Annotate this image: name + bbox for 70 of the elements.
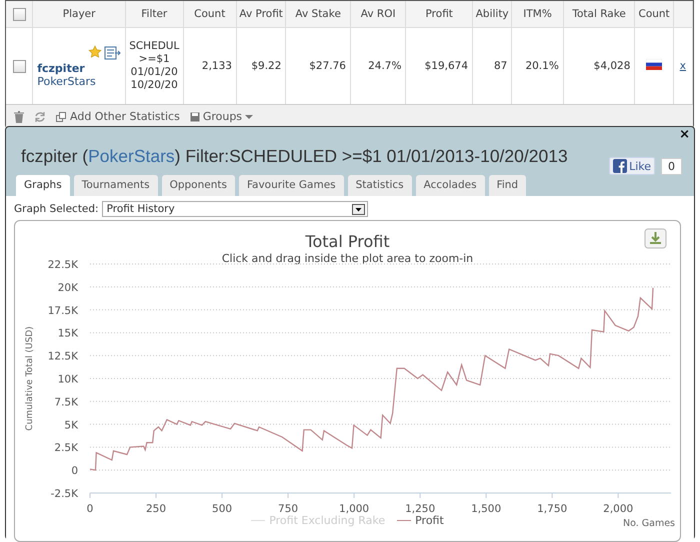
axis-label: 1,000: [339, 503, 370, 515]
chart-title: Total Profit: [305, 232, 390, 251]
panel-title: fczpiter (PokerStars) Filter:SCHEDULED >=$1 01/01/2013-10/20/2013: [21, 146, 568, 167]
axis-label: 7.5K: [54, 396, 78, 408]
axis-label: 20K: [58, 282, 78, 294]
axis-label: 1,750: [537, 503, 568, 515]
axis-label: 750: [278, 503, 298, 515]
save-icon: [190, 112, 200, 122]
groups-dropdown[interactable]: Groups: [190, 110, 254, 123]
tab[interactable]: Tournaments: [74, 175, 158, 196]
remove-link[interactable]: x: [680, 60, 686, 72]
column-header[interactable]: Count: [183, 1, 236, 28]
checkbox[interactable]: [12, 60, 26, 72]
filter-text: SCHEDUL: [128, 40, 180, 53]
axis-label: 0: [71, 465, 78, 478]
axis-label: 17.5K: [48, 304, 78, 317]
axis-label: 22.5K: [48, 259, 78, 271]
copy-icon: [56, 112, 67, 122]
column-header[interactable]: Profit: [406, 1, 473, 28]
axis-label: 1,500: [471, 503, 502, 515]
graph-label: Graph Selected:: [14, 203, 99, 215]
column-header[interactable]: Filter: [126, 1, 184, 28]
axis-label: 12.5K: [48, 350, 78, 363]
close-button[interactable]: ×: [679, 127, 690, 142]
refresh-icon[interactable]: [34, 110, 46, 122]
column-header[interactable]: Total Rake: [563, 1, 635, 28]
axis-label: 5K: [64, 419, 78, 432]
player-link[interactable]: fczpiter: [37, 62, 122, 74]
x-axis-title: No. Games: [622, 518, 675, 529]
tab[interactable]: Accolades: [416, 175, 485, 196]
axis-label: 250: [146, 503, 166, 515]
tab[interactable]: Find: [488, 175, 526, 196]
axis-label: -2.5K: [50, 488, 78, 500]
download-button[interactable]: [644, 228, 666, 248]
y-axis-title: Cumulative Total (USD): [25, 326, 35, 431]
tab[interactable]: Opponents: [162, 175, 235, 196]
facebook-icon: [613, 159, 628, 173]
column-header[interactable]: Av Stake: [286, 1, 350, 28]
chart-subtitle: Click and drag inside the plot area to zoom-in: [222, 252, 474, 265]
graph-dropdown[interactable]: Profit History: [102, 201, 368, 217]
axis-label: 1,250: [405, 503, 436, 515]
column-header[interactable]: Count: [634, 1, 674, 28]
star-icon[interactable]: [88, 44, 102, 58]
caret-icon: [352, 204, 365, 214]
axis-label: 10K: [58, 374, 78, 386]
column-header[interactable]: Player: [32, 1, 126, 28]
column-header[interactable]: ITM%: [512, 1, 564, 28]
axis-label: 2.5K: [54, 442, 78, 454]
column-header[interactable]: Ability: [472, 1, 512, 28]
filter-text: >=$1: [138, 53, 171, 66]
site-link[interactable]: PokerStars: [37, 74, 122, 88]
add-statistics-button[interactable]: Add Other Statistics: [56, 110, 180, 123]
legend-item[interactable]: Profit: [397, 514, 444, 527]
axis-label: 15K: [58, 328, 78, 340]
axis-label: 500: [212, 503, 232, 515]
like-button[interactable]: Like: [609, 157, 655, 175]
axis-label: 0: [86, 503, 94, 515]
filter-text: 01/01/20: [130, 66, 179, 79]
column-header[interactable]: Av Profit: [236, 1, 286, 28]
tab[interactable]: Graphs: [16, 175, 70, 196]
tab[interactable]: Statistics: [348, 175, 412, 196]
like-count: 0: [661, 158, 682, 174]
checkbox[interactable]: [12, 8, 26, 20]
trash-icon[interactable]: [14, 110, 24, 122]
flag-icon: [646, 59, 662, 70]
column-header[interactable]: Av ROI: [350, 1, 406, 28]
filter-text: 10/20/20: [130, 79, 179, 92]
tab[interactable]: Favourite Games: [238, 175, 344, 196]
caret-icon: [245, 114, 254, 120]
axis-label: 2,000: [603, 503, 634, 515]
